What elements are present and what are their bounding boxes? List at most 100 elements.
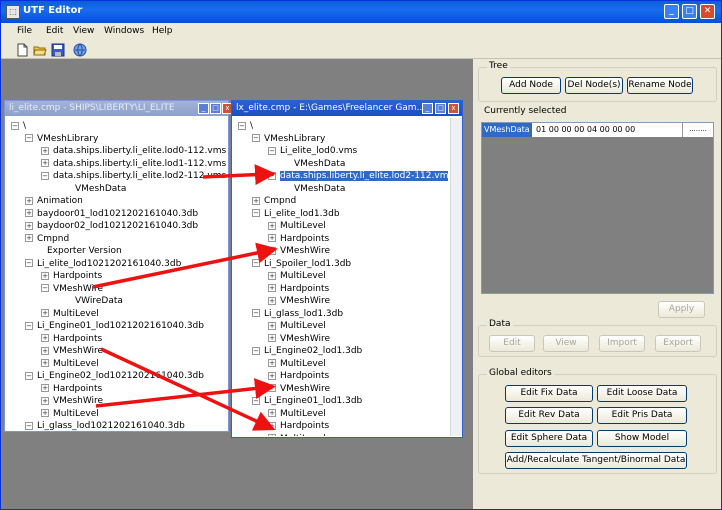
- collapse-icon[interactable]: −: [268, 171, 276, 180]
- expand-icon[interactable]: +: [41, 396, 49, 405]
- tree-node[interactable]: + Hardpoints: [268, 233, 329, 245]
- tree-node[interactable]: + baydoor02_lod1021202161040.3db: [25, 220, 198, 232]
- expand-icon[interactable]: +: [268, 359, 276, 367]
- expand-icon[interactable]: +: [268, 221, 276, 230]
- expand-icon[interactable]: +: [252, 196, 260, 205]
- right-maximize-button[interactable]: □: [435, 103, 446, 114]
- collapse-icon[interactable]: −: [252, 134, 260, 142]
- maximize-button[interactable]: □: [682, 4, 697, 19]
- tree-node[interactable]: + MultiLevel: [268, 433, 326, 436]
- tree-node[interactable]: − Li_elite_lod1.3db: [252, 208, 340, 220]
- tree-node[interactable]: + data.ships.liberty.li_elite.lod1-112.vm…: [41, 158, 226, 170]
- expand-icon[interactable]: +: [268, 409, 276, 417]
- menu-file[interactable]: File: [17, 26, 32, 36]
- expand-icon[interactable]: +: [25, 221, 33, 230]
- tree-node[interactable]: + Hardpoints: [41, 333, 102, 345]
- tree-node[interactable]: + Hardpoints: [268, 370, 329, 382]
- tree-node[interactable]: + MultiLevel: [41, 408, 99, 420]
- tree-node[interactable]: + MultiLevel: [268, 358, 326, 370]
- globe-icon[interactable]: [73, 43, 87, 57]
- tree-node[interactable]: − VMeshWire: [41, 283, 103, 295]
- tree-node[interactable]: − data.ships.liberty.li_elite.lod2-112.vm…: [41, 170, 226, 182]
- expand-icon[interactable]: +: [268, 271, 276, 280]
- collapse-icon[interactable]: −: [11, 121, 19, 130]
- expand-icon[interactable]: +: [41, 159, 49, 167]
- collapse-icon[interactable]: −: [41, 284, 49, 292]
- tree-node[interactable]: + VMeshWire: [268, 383, 330, 395]
- expand-icon[interactable]: +: [41, 271, 49, 280]
- tree-node[interactable]: − Li_elite_lod0.vms: [268, 145, 357, 157]
- collapse-icon[interactable]: −: [25, 321, 33, 330]
- open-folder-icon[interactable]: [33, 43, 47, 57]
- del-nodes-button[interactable]: Del Node(s): [565, 77, 623, 94]
- edit-pris-data-button[interactable]: Edit Pris Data: [597, 407, 687, 424]
- tree-node[interactable]: + Animation: [25, 195, 83, 207]
- tree-node[interactable]: + VMeshWire: [268, 295, 330, 307]
- expand-icon[interactable]: +: [41, 384, 49, 392]
- expand-icon[interactable]: +: [268, 296, 276, 305]
- tree-node[interactable]: − Li_elite_lod1021202161040.3db: [25, 258, 181, 270]
- tree-node[interactable]: VMeshData: [63, 183, 126, 195]
- expand-icon[interactable]: +: [268, 321, 276, 330]
- tree-node[interactable]: + VMeshWire: [41, 345, 103, 357]
- show-model-button[interactable]: Show Model: [597, 430, 687, 447]
- tree-node[interactable]: + MultiLevel: [268, 320, 326, 332]
- collapse-icon[interactable]: −: [252, 309, 260, 317]
- save-icon[interactable]: [51, 43, 65, 57]
- edit-data-button[interactable]: Edit: [489, 335, 535, 352]
- tree-node[interactable]: − Li_Engine01_lod1.3db: [252, 395, 362, 407]
- expand-icon[interactable]: +: [25, 196, 33, 205]
- menu-edit[interactable]: Edit: [46, 26, 63, 36]
- tree-node[interactable]: + Hardpoints: [268, 283, 329, 295]
- right-close-button[interactable]: x: [448, 103, 459, 114]
- tree-node[interactable]: + VMeshWire: [268, 245, 330, 257]
- tree-node[interactable]: − Li_Engine02_lod1021202161040.3db: [25, 370, 204, 382]
- tree-node[interactable]: + VMeshWire: [268, 333, 330, 345]
- expand-icon[interactable]: +: [268, 384, 276, 392]
- right-tree-view[interactable]: − \ − VMeshLibrary − Li_elite_lod0.vms VMeshDa…: [234, 118, 448, 436]
- collapse-icon[interactable]: −: [25, 134, 33, 142]
- expand-icon[interactable]: +: [268, 371, 276, 380]
- expand-icon[interactable]: +: [268, 246, 276, 255]
- tree-node[interactable]: + MultiLevel: [41, 358, 99, 370]
- expand-icon[interactable]: +: [41, 409, 49, 417]
- expand-icon[interactable]: +: [268, 284, 276, 292]
- expand-icon[interactable]: +: [268, 234, 276, 242]
- left-minimize-button[interactable]: _: [198, 103, 209, 114]
- left-tree-view[interactable]: − \ − VMeshLibrary + data.ships.liberty.li_el…: [7, 118, 226, 431]
- tree-node[interactable]: Exporter Version: [35, 245, 122, 257]
- tree-node[interactable]: + Hardpoints: [41, 270, 102, 282]
- apply-button[interactable]: Apply: [658, 301, 705, 318]
- tree-node[interactable]: − VMeshLibrary: [25, 133, 98, 145]
- expand-icon[interactable]: +: [41, 334, 49, 342]
- tree-node[interactable]: + data.ships.liberty.li_elite.lod0-112.vm…: [41, 145, 226, 157]
- tree-node[interactable]: + VMeshWire: [41, 395, 103, 407]
- export-data-button[interactable]: Export: [655, 335, 701, 352]
- menu-windows[interactable]: Windows: [104, 26, 144, 36]
- tree-node[interactable]: − VMeshLibrary: [252, 133, 325, 145]
- right-minimize-button[interactable]: _: [422, 103, 433, 114]
- add-node-button[interactable]: Add Node: [501, 77, 561, 94]
- selected-node-value[interactable]: 01 00 00 00 04 00 00 00: [536, 123, 635, 137]
- minimize-button[interactable]: _: [664, 4, 679, 19]
- expand-icon[interactable]: +: [41, 146, 49, 155]
- tree-node[interactable]: − Li_Engine02_lod1.3db: [252, 345, 362, 357]
- left-maximize-button[interactable]: □: [210, 103, 221, 114]
- expand-icon[interactable]: +: [268, 434, 276, 436]
- view-data-button[interactable]: View: [543, 335, 589, 352]
- collapse-icon[interactable]: −: [252, 259, 260, 267]
- expand-icon[interactable]: +: [41, 346, 49, 355]
- collapse-icon[interactable]: −: [41, 171, 49, 180]
- collapse-icon[interactable]: −: [25, 371, 33, 380]
- tree-node[interactable]: − Li_glass_lod1.3db: [252, 308, 343, 320]
- edit-sphere-data-button[interactable]: Edit Sphere Data: [505, 430, 593, 447]
- tree-node[interactable]: + Cmpnd: [25, 233, 69, 245]
- collapse-icon[interactable]: −: [238, 121, 246, 130]
- collapse-icon[interactable]: −: [268, 146, 276, 155]
- tree-node[interactable]: + MultiLevel: [41, 308, 99, 320]
- tree-node[interactable]: + MultiLevel: [268, 270, 326, 282]
- add-recalculate-tangent-button[interactable]: Add/Recalculate Tangent/Binormal Data: [505, 452, 687, 469]
- tree-node[interactable]: + Cmpnd: [252, 195, 296, 207]
- collapse-icon[interactable]: −: [252, 346, 260, 355]
- tree-node[interactable]: − data.ships.liberty.li_elite.lod2-112.vm…: [268, 170, 448, 182]
